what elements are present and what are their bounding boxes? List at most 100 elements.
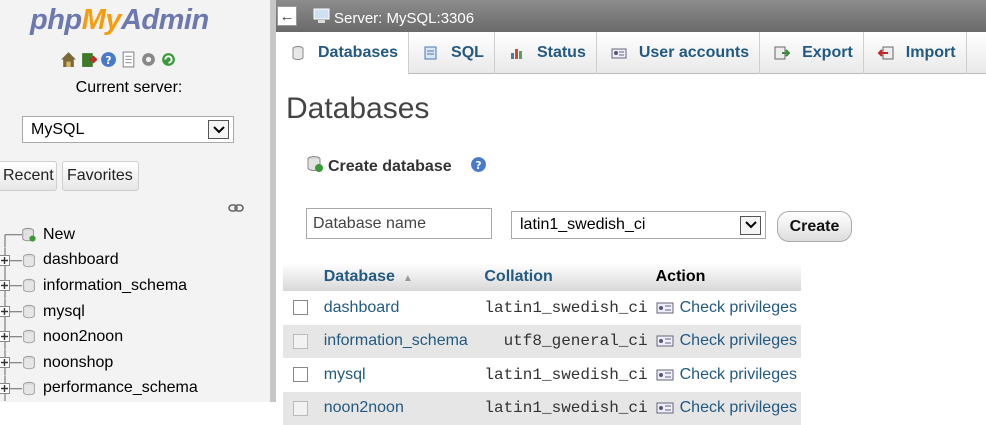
recent-button[interactable]: Recent [0,161,57,191]
reload-icon[interactable] [160,51,177,68]
collation-cell: latin1_swedish_ci [480,291,651,325]
table-row: mysqllatin1_swedish_ciCheck privileges [283,358,801,392]
svg-text:?: ? [105,54,111,67]
tree-item-label[interactable]: New [43,226,75,244]
create-database-label: Create database [328,158,452,176]
database-icon [21,381,37,402]
databases-table: Database▲ Collation Action dashboard lati… [283,263,801,425]
database-icon [21,304,37,325]
table-row: information_schema utf8_general_ci Check p… [283,325,801,359]
database-name-input[interactable] [306,208,492,239]
expand-plus-icon[interactable] [0,255,10,266]
tab-label: Export [802,44,853,62]
export-icon [774,45,790,61]
users-icon [611,45,627,61]
tree-item-database[interactable]: performance_schema [0,376,270,402]
database-icon [21,329,37,350]
docs-icon[interactable] [120,51,137,68]
tab-import[interactable]: Import [864,32,967,74]
tab-label: SQL [451,44,484,62]
server-select[interactable]: MySQL [22,116,234,143]
tree-item-database[interactable]: noon2noon [0,324,270,350]
create-button[interactable]: Create [777,211,852,242]
collation-cell: utf8_general_ci [480,325,651,359]
nav-icon-bar: ? [60,51,177,68]
tab-sql[interactable]: SQL [409,32,495,74]
row-checkbox[interactable] [293,300,308,315]
page-title: Databases [286,92,429,126]
row-checkbox[interactable] [293,367,308,382]
favorites-button[interactable]: Favorites [62,161,139,191]
check-privileges-link[interactable]: Check privileges [656,332,797,350]
home-icon[interactable] [60,51,77,68]
database-column-header[interactable]: Database▲ [320,263,481,291]
expand-plus-icon[interactable] [0,306,10,317]
tree-item-database[interactable]: mysql [0,299,270,325]
new-database-icon [306,155,324,178]
server-breadcrumb-bar: ← Server: MySQL:3306 [276,0,986,32]
server-icon [313,8,331,28]
phpmyadmin-logo[interactable]: phpMyAdmin [30,4,209,37]
server-breadcrumb-label: Server: MySQL:3306 [334,10,474,27]
expand-plus-icon[interactable] [0,357,10,368]
tree-item-new[interactable]: New [0,222,270,248]
sql-icon [423,45,439,61]
link-icon[interactable] [228,200,244,218]
privileges-icon [656,334,674,348]
tab-label: Status [537,44,586,62]
tab-databases[interactable]: Databases [276,32,409,75]
database-link[interactable]: mysql [324,366,366,383]
check-privileges-link[interactable]: Check privileges [656,366,797,384]
database-tree: New dashboard information_schemamysql noon2… [0,222,270,401]
expand-plus-icon[interactable] [0,383,10,394]
tree-item-label[interactable]: dashboard [43,251,119,269]
collation-select[interactable]: latin1_swedish_ci [511,211,766,239]
expand-plus-icon[interactable] [0,280,10,291]
row-checkbox-cell [283,358,320,392]
tab-label: Databases [318,44,398,62]
row-checkbox[interactable] [293,401,308,416]
tree-item-label[interactable]: information_schema [43,277,187,295]
tree-item-label[interactable]: noon2noon [43,328,123,346]
navigation-panel: phpMyAdmin ? Current server: MySQL Recen… [0,0,270,402]
row-checkbox[interactable] [293,334,308,349]
check-privileges-link[interactable]: Check privileges [656,299,797,317]
exit-icon[interactable] [80,51,97,68]
server-select-value: MySQL [23,121,208,139]
tree-item-database[interactable]: noonshop [0,350,270,376]
chevron-down-icon[interactable] [208,120,229,139]
tab-status[interactable]: Status [495,32,597,74]
tab-label: User accounts [639,44,749,62]
database-link[interactable]: dashboard [324,299,400,316]
status-icon [509,45,525,61]
top-tabs: Databases SQL Status User accounts Export Imp… [276,32,986,74]
create-database-header: Create database ? [306,155,487,178]
tab-export[interactable]: Export [760,32,864,74]
settings-icon[interactable] [140,51,157,68]
chevron-down-icon[interactable] [740,216,761,235]
tree-item-label[interactable]: noonshop [43,354,113,372]
tab-user-accounts[interactable]: User accounts [597,32,760,74]
row-checkbox-cell [283,392,320,425]
new-database-icon [21,227,37,248]
database-icon [21,355,37,376]
tree-item-database[interactable]: information_schema [0,273,270,299]
server-breadcrumb[interactable]: Server: MySQL:3306 [313,8,474,28]
collapse-arrow-icon[interactable]: ← [277,6,297,26]
help-icon[interactable]: ? [100,51,117,68]
collation-column-header[interactable]: Collation [480,263,651,291]
tree-item-label[interactable]: mysql [43,303,85,321]
database-link[interactable]: information_schema [324,332,468,349]
tree-item-label[interactable]: performance_schema [43,379,198,397]
tree-item-database[interactable]: dashboard [0,248,270,274]
action-cell: Check privileges [652,291,801,325]
row-checkbox-cell [283,291,320,325]
table-header-row: Database▲ Collation Action [283,263,801,291]
action-cell: Check privileges [652,392,801,425]
collation-select-value: latin1_swedish_ci [512,216,740,234]
row-checkbox-cell [283,325,320,359]
check-privileges-label: Check privileges [680,366,797,384]
expand-plus-icon[interactable] [0,331,10,342]
help-icon[interactable]: ? [470,156,487,178]
privileges-icon [656,301,674,315]
